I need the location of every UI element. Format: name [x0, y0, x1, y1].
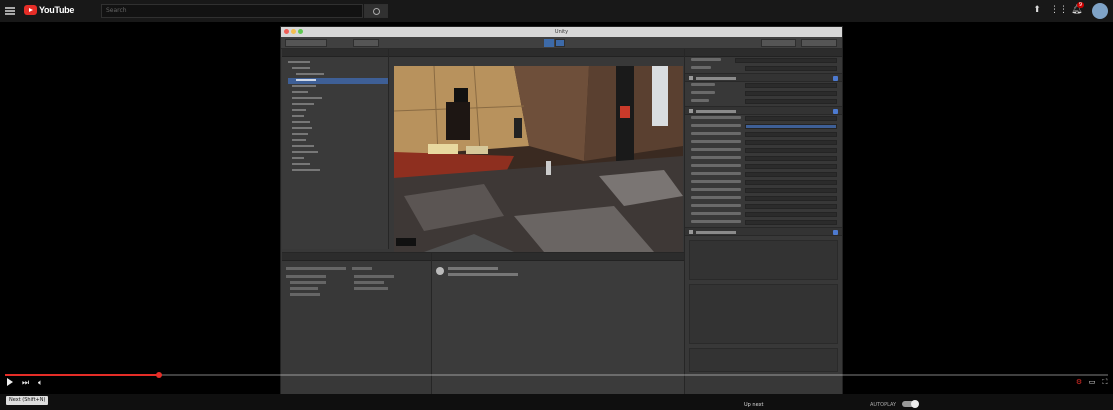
- camera-field: [685, 195, 842, 203]
- transform-scale: [685, 98, 842, 106]
- console-tab: [432, 253, 684, 261]
- avatar[interactable]: [1092, 3, 1108, 19]
- volume-icon[interactable]: 🔈︎: [38, 378, 43, 388]
- component-box: [689, 240, 838, 280]
- hamburger-menu-icon[interactable]: [5, 7, 15, 15]
- camera-field: [685, 131, 842, 139]
- camera-field: [685, 203, 842, 211]
- camera-field: [685, 115, 842, 123]
- autoplay-label: AUTOPLAY: [870, 402, 897, 408]
- component-header-camera: [685, 106, 842, 115]
- camera-field: [685, 187, 842, 195]
- transform-rotation: [685, 90, 842, 98]
- youtube-logo[interactable]: YouTube: [24, 5, 74, 15]
- scene-render: [394, 66, 683, 252]
- apps-grid-icon[interactable]: ⋮⋮: [1050, 5, 1068, 16]
- hierarchy-tab: [282, 49, 388, 57]
- player-right-controls: ⚙ ▭ ⛶: [1075, 378, 1109, 386]
- upload-icon[interactable]: ⬆: [1032, 5, 1042, 16]
- layout-dropdown: [801, 39, 837, 47]
- next-video-icon[interactable]: ⏭: [22, 378, 29, 388]
- camera-field: [685, 139, 842, 147]
- transform-position: [685, 82, 842, 90]
- component-header-script: [685, 227, 842, 236]
- unity-toolbar: [281, 37, 842, 49]
- below-player-strip: [0, 394, 1113, 410]
- component-box: [689, 284, 838, 344]
- pivot-toggle: [353, 39, 379, 47]
- youtube-top-bar: YouTube Search ⬆ ⋮⋮ 🔔︎ 9: [0, 0, 1113, 22]
- youtube-logo-text: YouTube: [39, 5, 75, 15]
- camera-field: [685, 219, 842, 227]
- up-next-label: Up next: [744, 402, 764, 408]
- notification-count-badge: 9: [1077, 2, 1084, 8]
- play-mode-icon: [544, 39, 554, 47]
- project-tab: [282, 253, 431, 261]
- camera-field: [685, 163, 842, 171]
- next-button-tooltip: Next (Shift+N): [6, 396, 49, 405]
- inspector-panel: [684, 49, 842, 396]
- search-input[interactable]: Search: [101, 4, 363, 18]
- youtube-play-logo-icon: [24, 5, 37, 15]
- play-icon[interactable]: [7, 378, 13, 386]
- theater-mode-icon[interactable]: ▭: [1088, 378, 1096, 386]
- inspector-object-name: [685, 57, 842, 65]
- list-item: [288, 168, 388, 174]
- unity-title-bar: Unity: [281, 27, 842, 37]
- settings-gear-icon[interactable]: ⚙: [1075, 378, 1083, 386]
- camera-field: [685, 123, 842, 131]
- layers-dropdown: [761, 39, 796, 47]
- unity-editor-window: Unity: [280, 26, 843, 397]
- maximize-window-icon: [298, 29, 303, 34]
- autoplay-toggle[interactable]: [902, 400, 919, 408]
- component-box: [689, 348, 838, 372]
- camera-field: [685, 179, 842, 187]
- camera-field: [685, 155, 842, 163]
- fullscreen-icon[interactable]: ⛶: [1101, 378, 1109, 386]
- video-progress-bar[interactable]: [5, 372, 1108, 378]
- camera-field: [685, 147, 842, 155]
- transform-tools: [285, 39, 327, 47]
- inspector-tab: [685, 49, 842, 57]
- camera-field: [685, 171, 842, 179]
- video-player[interactable]: Unity: [5, 22, 1108, 397]
- search-button[interactable]: [364, 4, 388, 18]
- hierarchy-panel: [282, 49, 389, 249]
- minimize-window-icon: [291, 29, 296, 34]
- component-header-transform: [685, 73, 842, 82]
- pause-mode-icon: [555, 39, 565, 47]
- scene-tab-bar: [389, 49, 684, 57]
- unity-window-title: Unity: [554, 29, 569, 35]
- camera-field: [685, 211, 842, 219]
- inspector-tag-layer: [685, 65, 842, 73]
- video-progress-fill: [5, 374, 160, 376]
- close-window-icon: [284, 29, 289, 34]
- scene-view: [394, 66, 683, 252]
